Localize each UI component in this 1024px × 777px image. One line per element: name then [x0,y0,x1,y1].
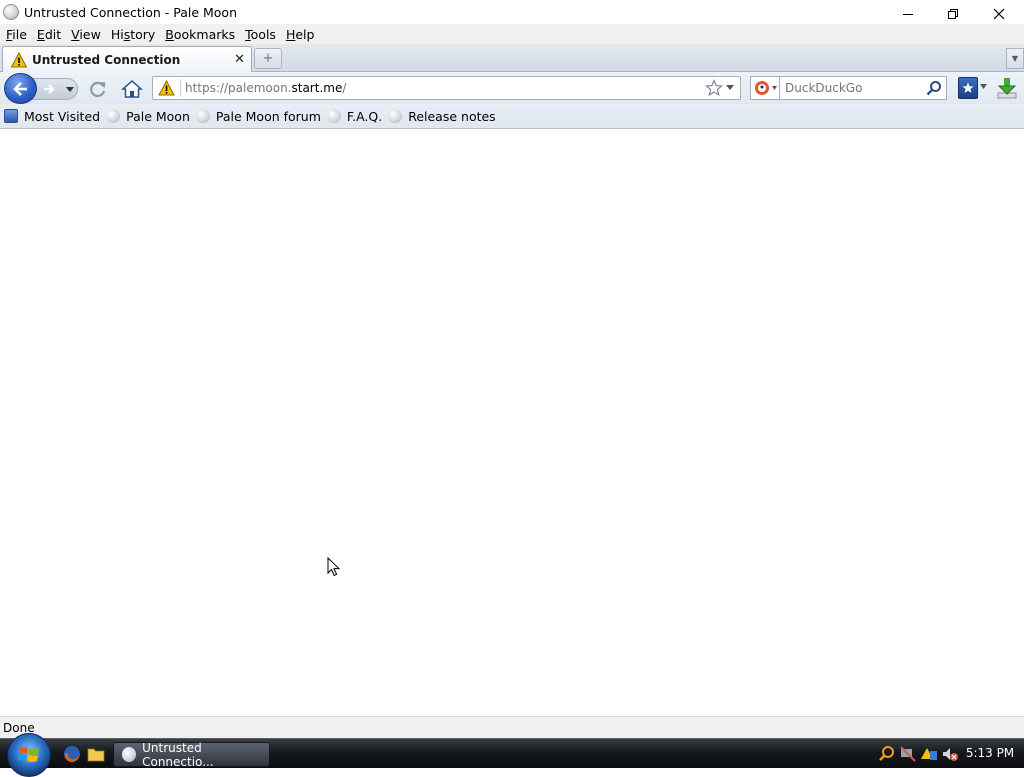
new-tab-button[interactable]: + [254,48,282,69]
bookmark-faq[interactable]: F.A.Q. [326,108,383,124]
home-icon[interactable] [121,78,143,100]
back-arrow-icon [12,81,27,96]
bookmark-label: F.A.Q. [346,108,383,124]
status-bar: Done [0,716,1024,738]
menu-help-label: elp [295,26,315,42]
star-icon [962,82,974,93]
close-icon [993,8,1005,20]
url-history-dropdown-icon[interactable] [726,85,734,91]
menu-history-label: tory [130,26,156,42]
menu-bookmarks-accel: B [165,26,174,42]
duckduckgo-icon [755,81,777,95]
clock[interactable]: 5:13 PM [960,746,1020,760]
tab-title: Untrusted Connection [32,53,181,67]
reload-icon[interactable] [88,79,108,99]
bookmark-star-icon[interactable] [705,79,723,97]
tab-bar: Untrusted Connection ✕ + ▼ [0,44,1024,73]
menu-history[interactable]: History [107,27,161,42]
windows-logo-icon [18,747,39,762]
url-divider [180,79,181,97]
page-content[interactable] [0,130,1024,716]
search-bar[interactable] [779,76,947,100]
menu-file-label: ile [12,26,27,42]
start-button[interactable] [7,733,51,777]
menu-tools[interactable]: Tools [241,27,282,42]
url-prefix: https://palemoon. [185,81,292,95]
system-tray [878,745,962,763]
network-disconnected-icon[interactable] [899,745,917,763]
globe-icon [326,109,341,123]
globe-icon [195,109,210,123]
menu-help-accel: H [285,26,296,42]
menu-view[interactable]: View [67,27,107,42]
folder-icon[interactable] [87,746,105,762]
menu-edit-accel: E [36,26,45,42]
menu-help[interactable]: Help [282,27,321,42]
bookmark-label: Most Visited [24,108,101,124]
bookmark-release-notes[interactable]: Release notes [388,109,496,124]
bookmarks-toolbar: Most Visited Pale Moon Pale Moon forum F… [0,104,1024,129]
tab-close-icon[interactable]: ✕ [234,52,245,67]
address-bar[interactable]: https://palemoon.start.me/ [152,76,741,100]
back-button[interactable] [4,73,37,104]
url-suffix: / [342,81,347,95]
site-identity-warning-icon[interactable] [158,80,175,96]
bookmark-pale-moon[interactable]: Pale Moon [106,109,190,124]
most-visited-icon [4,109,18,123]
bookmark-label: Pale Moon [126,108,190,124]
bookmark-label: Pale Moon forum [215,108,321,124]
volume-muted-icon[interactable] [941,745,959,763]
title-bar: Untrusted Connection - Pale Moon [0,0,1024,24]
menu-edit[interactable]: Edit [33,27,67,42]
globe-icon [106,109,121,123]
action-center-warning-icon[interactable] [920,745,938,763]
search-icon[interactable] [926,80,942,96]
globe-icon [388,109,403,123]
minimize-icon [903,14,913,15]
bookmark-pale-moon-forum[interactable]: Pale Moon forum [195,108,321,124]
search-engine-button[interactable] [750,76,779,100]
warning-icon [11,52,27,68]
menu-bookmarks-label: ookmarks [173,26,236,42]
menu-bar: File Edit View History Bookmarks Tools H… [0,24,1024,44]
restore-icon [948,9,958,19]
taskbar: Untrusted Connectio... 5:13 PM [0,733,1024,777]
menu-view-label: iew [79,26,101,42]
bookmark-most-visited[interactable]: Most Visited [4,109,100,124]
menu-tools-label: ools [250,26,276,42]
task-label: Untrusted Connectio... [142,740,214,769]
bookmark-label: Release notes [408,108,496,124]
tab-list-button[interactable]: ▼ [1006,48,1024,69]
downloads-icon[interactable] [996,76,1018,100]
history-dropdown-icon[interactable] [65,84,75,94]
bookmarks-dropdown-icon[interactable] [980,84,987,90]
menu-file[interactable]: File [2,27,33,42]
menu-bookmarks[interactable]: Bookmarks [161,27,241,42]
mouse-cursor-icon [327,557,341,577]
globe-icon [122,747,137,762]
search-input[interactable] [785,81,915,95]
url-domain: start.me [291,81,343,95]
menu-edit-label: dit [44,26,62,42]
taskbar-task-pale-moon[interactable]: Untrusted Connectio... [113,740,270,769]
forward-arrow-icon [44,84,55,94]
navigation-toolbar: https://palemoon.start.me/ [0,72,1024,104]
search-tray-icon[interactable] [878,745,896,763]
pale-moon-globe-icon [3,4,19,20]
tab-untrusted-connection[interactable]: Untrusted Connection ✕ [2,46,252,73]
firefox-icon[interactable] [63,745,81,763]
bookmarks-menu-button[interactable] [958,77,978,99]
menu-history-pre: Hi [110,26,124,42]
window-title: Untrusted Connection - Pale Moon [24,4,238,20]
url-text[interactable]: https://palemoon.start.me/ [185,81,346,95]
